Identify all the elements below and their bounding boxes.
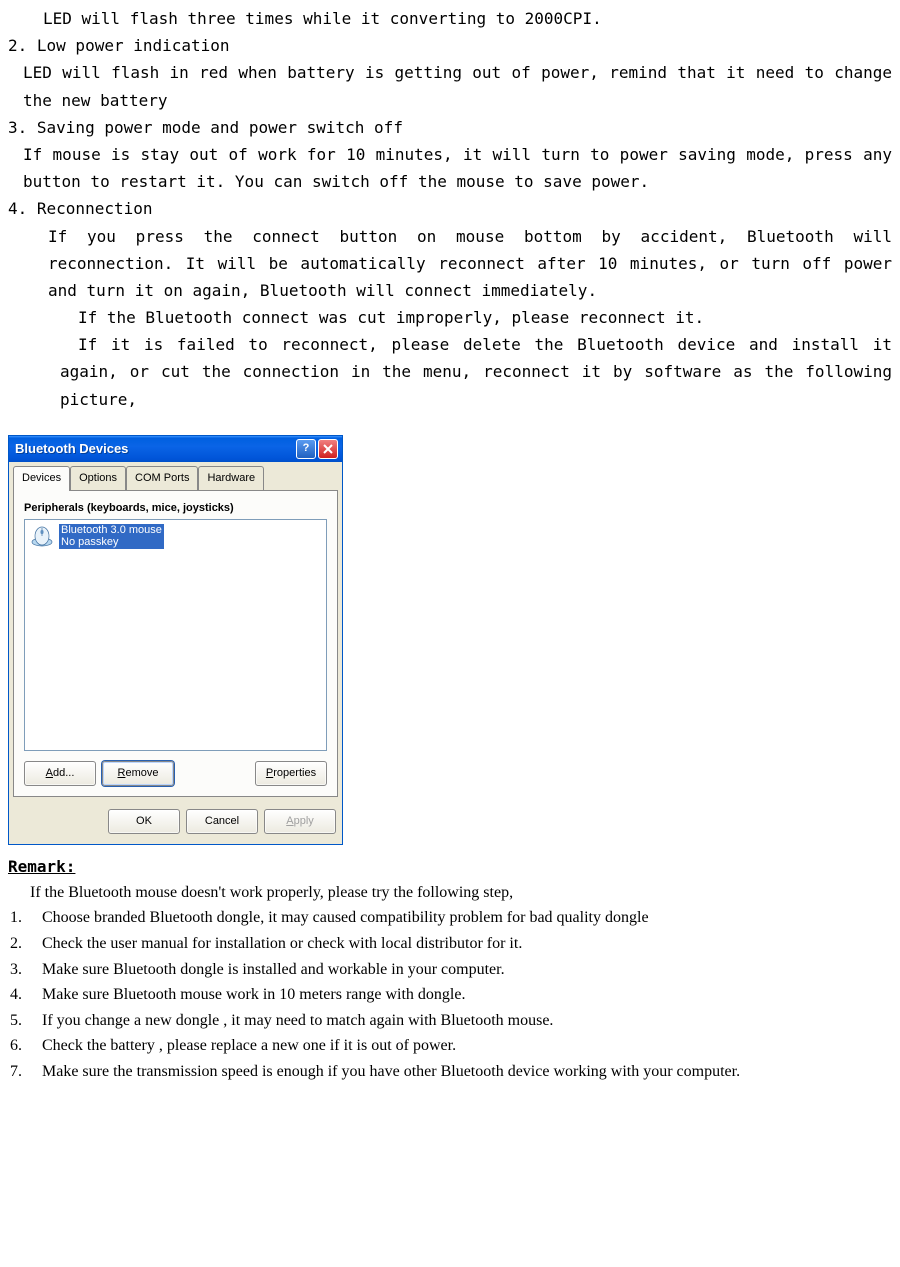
remark-intro: If the Bluetooth mouse doesn't work prop… (8, 880, 892, 906)
remark-item-number: 3. (8, 957, 40, 983)
remark-item-text: Make sure Bluetooth dongle is installed … (40, 957, 892, 983)
tab-options[interactable]: Options (70, 466, 126, 490)
remark-item: 4.Make sure Bluetooth mouse work in 10 m… (8, 982, 892, 1008)
mouse-icon (29, 523, 55, 549)
bluetooth-devices-dialog: Bluetooth Devices ? Devices Options COM … (8, 435, 343, 845)
remark-item-number: 2. (8, 931, 40, 957)
ok-button[interactable]: OK (108, 809, 180, 834)
device-name: Bluetooth 3.0 mouse (59, 524, 164, 537)
item-4-title: 4. Reconnection (8, 195, 892, 222)
remark-item-text: Check the battery , please replace a new… (40, 1033, 892, 1059)
apply-button[interactable]: Apply (264, 809, 336, 834)
remark-item: 7.Make sure the transmission speed is en… (8, 1059, 892, 1085)
remark-heading: Remark: (8, 853, 892, 880)
item-2-title: 2. Low power indication (8, 32, 892, 59)
tab-hardware[interactable]: Hardware (198, 466, 264, 490)
dialog-bottom-buttons: OK Cancel Apply (9, 801, 342, 844)
device-list[interactable]: Bluetooth 3.0 mouse No passkey (24, 519, 327, 751)
remark-list: 1.Choose branded Bluetooth dongle, it ma… (8, 905, 892, 1084)
titlebar[interactable]: Bluetooth Devices ? (9, 436, 342, 462)
remark-item-text: Make sure the transmission speed is enou… (40, 1059, 892, 1085)
remove-button[interactable]: Remove (102, 761, 174, 786)
remark-item: 3.Make sure Bluetooth dongle is installe… (8, 957, 892, 983)
remark-item: 2.Check the user manual for installation… (8, 931, 892, 957)
remark-item-text: Make sure Bluetooth mouse work in 10 met… (40, 982, 892, 1008)
add-button[interactable]: Add... (24, 761, 96, 786)
item-4-body-3: If it is failed to reconnect, please del… (8, 331, 892, 413)
devices-panel: Peripherals (keyboards, mice, joysticks)… (13, 490, 338, 797)
remark-item-number: 6. (8, 1033, 40, 1059)
properties-button[interactable]: Properties (255, 761, 327, 786)
remark-item-text: Check the user manual for installation o… (40, 931, 892, 957)
device-subtext: No passkey (59, 536, 164, 549)
group-label-peripherals: Peripherals (keyboards, mice, joysticks) (24, 499, 327, 518)
tab-devices[interactable]: Devices (13, 466, 70, 491)
cancel-button[interactable]: Cancel (186, 809, 258, 834)
tab-com-ports[interactable]: COM Ports (126, 466, 198, 490)
item-4-body-2: If the Bluetooth connect was cut imprope… (8, 304, 892, 331)
item-2-body: LED will flash in red when battery is ge… (8, 59, 892, 113)
body-line: LED will flash three times while it conv… (8, 5, 892, 32)
remark-item-number: 4. (8, 982, 40, 1008)
remark-item-number: 5. (8, 1008, 40, 1034)
close-button[interactable] (318, 439, 338, 459)
item-3-body: If mouse is stay out of work for 10 minu… (8, 141, 892, 195)
help-button[interactable]: ? (296, 439, 316, 459)
remark-item-number: 1. (8, 905, 40, 931)
remark-item-text: Choose branded Bluetooth dongle, it may … (40, 905, 892, 931)
device-row-mouse[interactable]: Bluetooth 3.0 mouse No passkey (27, 521, 324, 551)
remark-item: 1.Choose branded Bluetooth dongle, it ma… (8, 905, 892, 931)
remark-item: 6.Check the battery , please replace a n… (8, 1033, 892, 1059)
remark-item-text: If you change a new dongle , it may need… (40, 1008, 892, 1034)
remark-item: 5.If you change a new dongle , it may ne… (8, 1008, 892, 1034)
window-title: Bluetooth Devices (15, 438, 294, 460)
item-3-title: 3. Saving power mode and power switch of… (8, 114, 892, 141)
close-icon (323, 444, 333, 454)
remark-item-number: 7. (8, 1059, 40, 1085)
tab-strip: Devices Options COM Ports Hardware (9, 462, 342, 490)
item-4-body-1: If you press the connect button on mouse… (8, 223, 892, 305)
